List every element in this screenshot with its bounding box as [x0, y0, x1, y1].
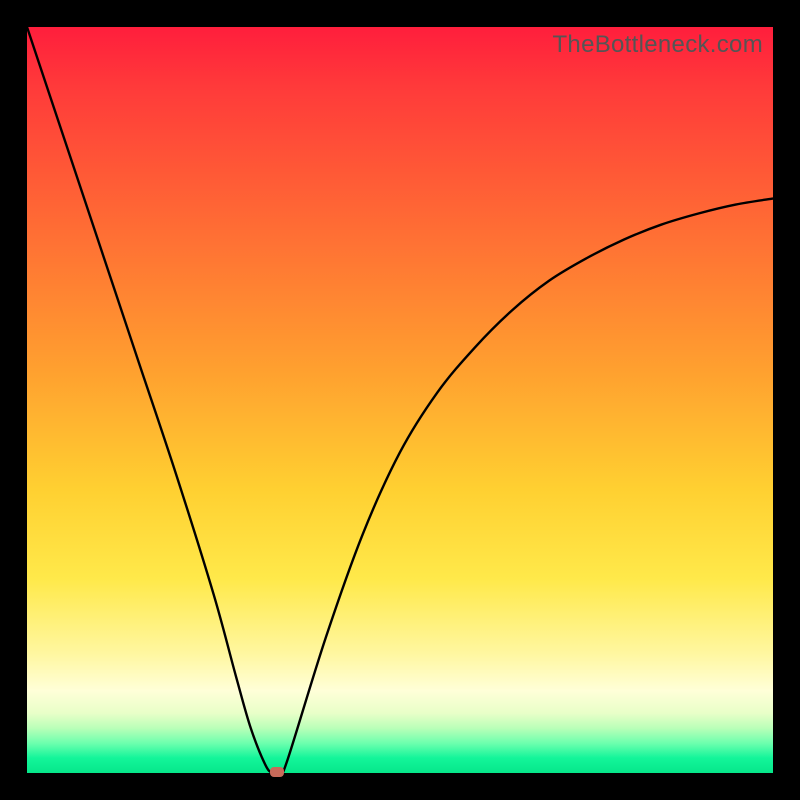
- curve-path: [27, 27, 773, 774]
- optimal-marker: [270, 767, 284, 777]
- bottleneck-curve: [27, 27, 773, 773]
- chart-frame: TheBottleneck.com: [0, 0, 800, 800]
- plot-area: TheBottleneck.com: [27, 27, 773, 773]
